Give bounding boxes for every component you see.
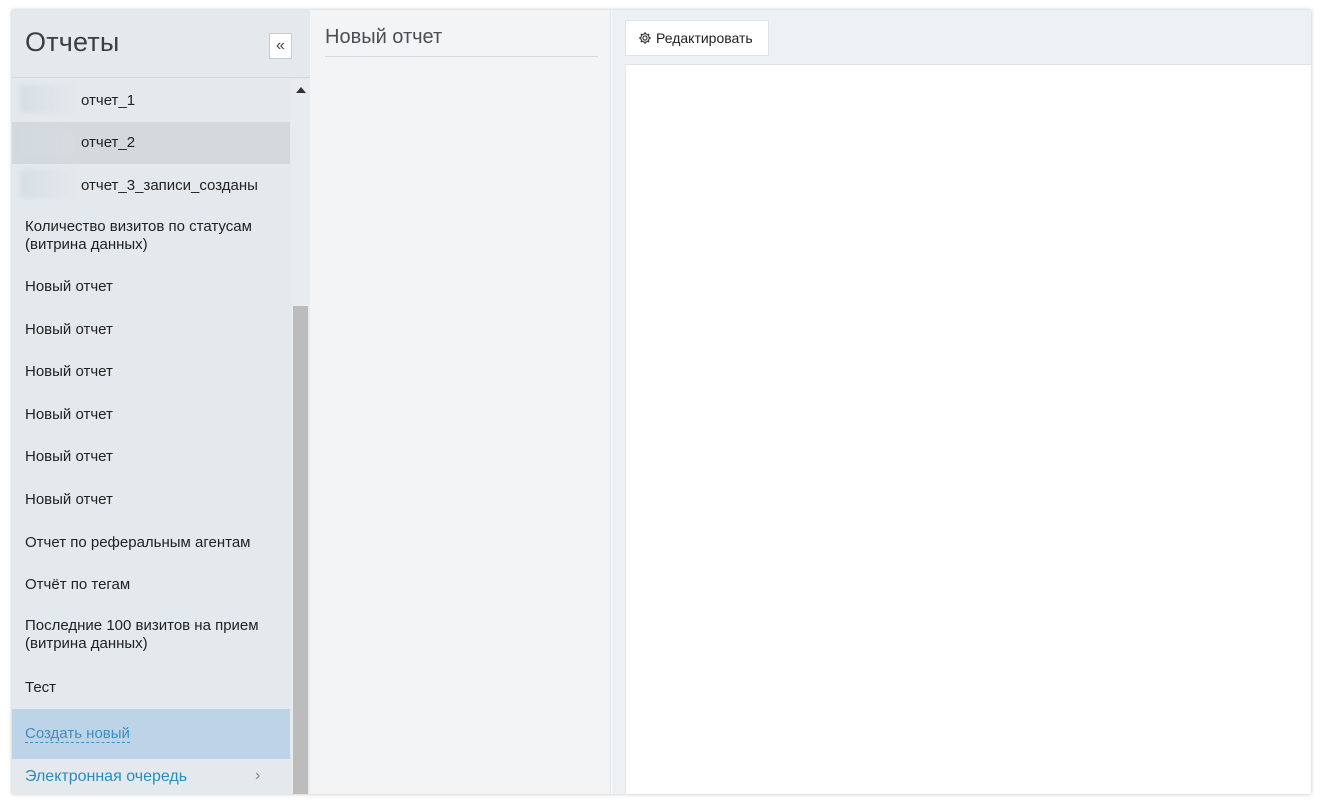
thumbnail [20,85,74,113]
report-content-area [625,64,1311,794]
list-item[interactable]: отчет_2 [12,122,290,164]
collapse-sidebar-button[interactable]: « [269,33,292,59]
reports-list: отчет_1 отчет_2 отчет_3_записи_созданы К… [12,79,290,794]
list-item-label: Новый отчет [25,278,113,295]
list-item[interactable]: Отчет по реферальным агентам [12,521,290,564]
report-toolbar: Редактировать [612,10,1311,64]
list-item-label: Новый отчет [25,320,113,338]
list-item[interactable]: Последние 100 визитов на прием (витрина … [12,606,290,664]
scrollbar-thumb[interactable] [293,306,308,794]
list-item[interactable]: Новый отчет [12,351,290,393]
gear-icon [639,32,651,44]
electronic-queue-label: Электронная очередь [25,767,188,785]
list-item[interactable]: Тест [12,666,290,709]
chevron-right-icon: › [255,767,261,784]
list-item-label: Новый отчет [25,448,113,465]
list-item-label: отчет_2 [81,134,136,151]
electronic-queue-item[interactable]: Электронная очередь › [12,759,290,794]
thumbnail [20,170,74,198]
list-item[interactable]: Новый отчет [12,266,290,308]
reports-sidebar: Отчеты « отчет_1 отчет_2 отчет_3_записи_… [12,10,310,794]
sidebar-scrollbar[interactable] [291,79,310,794]
thumbnail [20,128,74,156]
list-item-label: Новый отчет [25,490,113,508]
app-frame: Отчеты « отчет_1 отчет_2 отчет_3_записи_… [12,10,1311,794]
list-item[interactable]: отчет_3_записи_созданы [12,164,290,207]
sidebar-title: Отчеты [25,27,120,57]
scroll-up-arrow-icon[interactable] [296,87,306,93]
list-item-label: отчет_1 [81,91,136,109]
edit-button[interactable]: Редактировать [625,20,769,56]
list-item-label: отчет_3_записи_созданы [81,176,258,194]
create-new-item: Создать новый [12,709,290,759]
list-item-label: Количество визитов по статусам (витрина … [25,218,252,253]
create-new-link[interactable]: Создать новый [25,725,130,743]
list-item[interactable]: Количество визитов по статусам (витрина … [12,207,290,265]
report-view-panel: Редактировать [612,10,1311,794]
list-item[interactable]: Новый отчет [12,393,290,436]
list-item[interactable]: Новый отчет [12,436,290,478]
sidebar-header: Отчеты « [12,10,310,78]
list-item-label: Отчёт по тегам [25,576,131,593]
list-item[interactable]: Новый отчет [12,308,290,351]
list-item-label: Отчет по реферальным агентам [25,533,251,551]
list-item-label: Последние 100 визитов на прием (витрина … [25,617,259,652]
report-details-column: Новый отчет [310,10,611,794]
list-item[interactable]: отчет_1 [12,79,290,122]
list-item-label: Тест [25,678,57,696]
report-title: Новый отчет [325,26,598,57]
list-item[interactable]: Отчёт по тегам [12,564,290,606]
list-item-label: Новый отчет [25,363,113,380]
list-item[interactable]: Новый отчет [12,478,290,521]
list-item-label: Новый отчет [25,405,113,423]
edit-button-label: Редактировать [656,30,753,46]
